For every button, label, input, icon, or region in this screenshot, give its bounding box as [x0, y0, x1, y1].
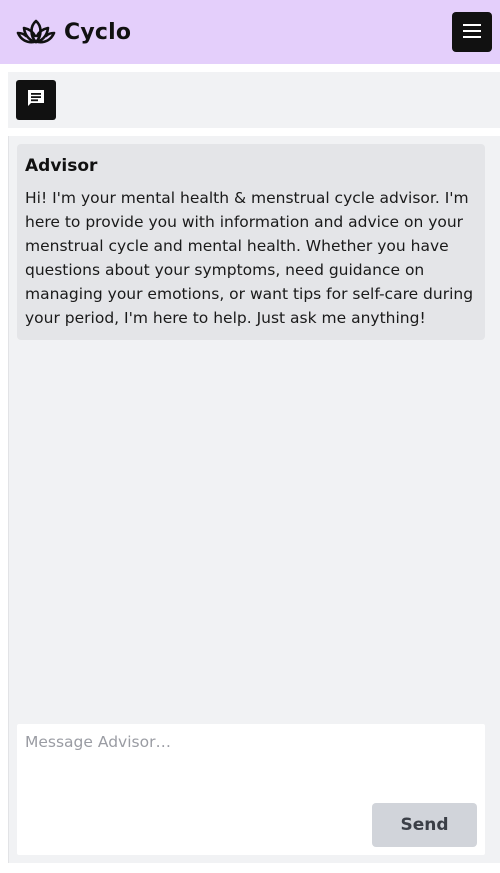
send-button[interactable]: Send — [372, 803, 477, 847]
chat-toolbar — [8, 72, 500, 128]
app-name: Cyclo — [64, 19, 132, 45]
menu-button[interactable] — [452, 12, 492, 52]
message-text: Hi! I'm your mental health & menstrual c… — [25, 189, 474, 327]
app-header: Cyclo — [0, 0, 500, 64]
advisor-message: Advisor Hi! I'm your mental health & men… — [17, 144, 485, 340]
chat-toggle-button[interactable] — [16, 80, 56, 120]
brand[interactable]: Cyclo — [16, 16, 131, 48]
hamburger-menu-icon — [463, 23, 481, 42]
lotus-icon — [16, 16, 56, 48]
chat-bubble-icon — [26, 88, 46, 112]
message-input[interactable] — [17, 724, 485, 798]
message-sender: Advisor — [25, 156, 98, 176]
chat-panel: Advisor Hi! I'm your mental health & men… — [8, 136, 500, 863]
message-composer: Send — [17, 724, 485, 855]
